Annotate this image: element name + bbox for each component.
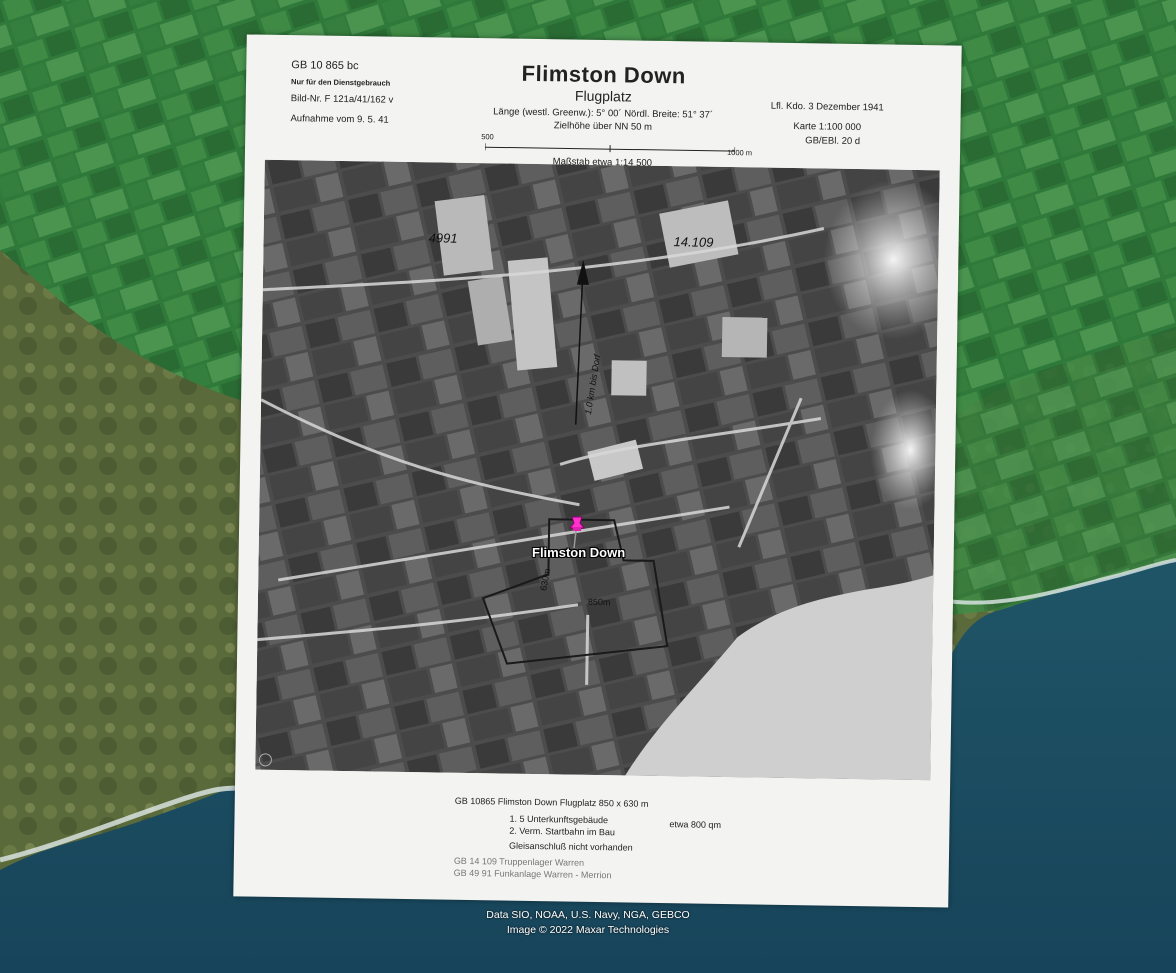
legend-line-1: GB 10865 Flimston Down Flugplatz 850 x 6… [454, 795, 649, 809]
legend-line-5: GB 14 109 Truppenlager Warren [453, 855, 585, 868]
luftflotte-date: Lfl. Kdo. 3 Dezember 1941 [770, 100, 884, 114]
scale-left-label: 500 [481, 132, 494, 142]
dim-850-label: 850m [588, 597, 611, 607]
pink-pushpin-icon[interactable] [568, 515, 590, 549]
imagery-attribution: Data SIO, NOAA, U.S. Navy, NGA, GEBCO Im… [0, 908, 1176, 938]
legend-line-6: GB 49 91 Funkanlage Warren - Merrion [453, 867, 612, 881]
legend-line-3: 2. Verm. Startbahn im Bau [509, 825, 615, 838]
placemark-label[interactable]: Flimston Down [532, 545, 625, 560]
annotation-4991: 4991 [429, 230, 458, 245]
aerial-photograph: 630m 850m 4991 14.109 1.0 km bis Dorf [255, 159, 940, 781]
attribution-image: Image © 2022 Maxar Technologies [506, 924, 670, 936]
legend-line-2b: etwa 800 qm [669, 819, 722, 830]
historical-target-sheet[interactable]: GB 10 865 bc Nur für den Dienstgebrauch … [233, 34, 962, 908]
legend-line-4: Gleisanschluß nicht vorhanden [509, 840, 633, 853]
map-scale: Karte 1:100 000 [793, 121, 862, 134]
scale-bar: 500 1000 m [481, 132, 752, 157]
attribution-data: Data SIO, NOAA, U.S. Navy, NGA, GEBCO [486, 909, 690, 921]
legend-line-2: 1. 5 Unterkunftsgebäude [509, 813, 609, 826]
scale-right-label: 1000 m [726, 147, 753, 158]
sheet-number: GB/EBl. 20 d [805, 135, 861, 148]
annotation-14109: 14.109 [673, 234, 713, 250]
